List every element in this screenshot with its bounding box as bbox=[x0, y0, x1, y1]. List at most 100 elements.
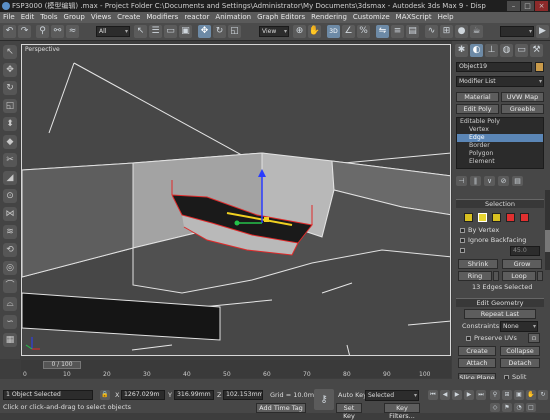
repeat-last-button[interactable]: Repeat Last bbox=[464, 309, 536, 319]
loop-icon[interactable]: ⟲ bbox=[3, 243, 17, 257]
curve-editor-icon[interactable]: ∿ bbox=[425, 25, 438, 38]
by-angle-field[interactable]: 45.0 bbox=[510, 246, 540, 256]
select-and-rotate-icon[interactable]: ↻ bbox=[213, 25, 226, 38]
stack-item-polygon[interactable]: Polygon bbox=[457, 150, 543, 158]
viewport-label[interactable]: Perspective bbox=[25, 46, 60, 53]
select-by-name-icon[interactable]: ☰ bbox=[149, 25, 162, 38]
motion-tab-icon[interactable]: ◍ bbox=[500, 44, 513, 57]
undo-icon[interactable]: ↶ bbox=[3, 25, 16, 38]
layer-manager-icon[interactable]: ▤ bbox=[406, 25, 419, 38]
link-icon[interactable]: ⚲ bbox=[36, 25, 49, 38]
auto-key-button[interactable]: Auto Key bbox=[338, 391, 367, 399]
zoom-all-icon[interactable]: ⊞ bbox=[502, 390, 512, 400]
hierarchy-tab-icon[interactable]: ⊥ bbox=[485, 44, 498, 57]
rotate-icon[interactable]: ↻ bbox=[3, 81, 17, 95]
material-editor-icon[interactable]: ● bbox=[455, 25, 468, 38]
polygon-mode-icon[interactable] bbox=[506, 213, 515, 222]
viewport-canvas[interactable] bbox=[22, 45, 451, 356]
ignore-backfacing-checkbox[interactable] bbox=[460, 238, 465, 243]
reference-coordinate-dropdown[interactable]: View bbox=[259, 26, 289, 37]
redo-icon[interactable]: ↷ bbox=[18, 25, 31, 38]
select-and-scale-icon[interactable]: ◱ bbox=[228, 25, 241, 38]
align-icon[interactable]: ≡ bbox=[391, 25, 404, 38]
close-button[interactable]: × bbox=[535, 1, 548, 11]
by-vertex-checkbox[interactable] bbox=[460, 228, 465, 233]
cap-icon[interactable]: ⌓ bbox=[3, 297, 17, 311]
menu-file[interactable]: File bbox=[3, 12, 15, 23]
menu-animation[interactable]: Animation bbox=[215, 12, 251, 23]
next-frame-icon[interactable]: ▶ bbox=[464, 390, 474, 400]
orbit-icon[interactable]: ↻ bbox=[538, 390, 548, 400]
loop-spinner[interactable] bbox=[537, 271, 543, 281]
detach-button[interactable]: Detach bbox=[500, 358, 540, 368]
select-object-icon[interactable]: ↖ bbox=[134, 25, 147, 38]
menu-views[interactable]: Views bbox=[91, 12, 111, 23]
connect-icon[interactable]: ⋈ bbox=[3, 207, 17, 221]
play-icon[interactable]: ▶ bbox=[452, 390, 462, 400]
by-angle-checkbox[interactable] bbox=[460, 248, 465, 253]
cut-icon[interactable]: ✂ bbox=[3, 153, 17, 167]
key-mode-dropdown[interactable]: Selected bbox=[365, 390, 419, 401]
window-crossing-icon[interactable]: ▣ bbox=[179, 25, 192, 38]
show-end-result-icon[interactable]: ∥ bbox=[470, 176, 481, 186]
edit-poly-button[interactable]: Edit Poly bbox=[456, 104, 499, 114]
tessellate-icon[interactable]: ▦ bbox=[3, 333, 17, 347]
mirror-icon[interactable]: ⇋ bbox=[376, 25, 389, 38]
menu-graph-editors[interactable]: Graph Editors bbox=[257, 12, 305, 23]
pivot-center-icon[interactable]: ⊕ bbox=[293, 25, 306, 38]
border-mode-icon[interactable] bbox=[492, 213, 501, 222]
uvw-map-button[interactable]: UVW Map bbox=[501, 92, 544, 102]
collapse-button[interactable]: Collapse bbox=[500, 346, 540, 356]
y-coordinate-field[interactable]: 316.99mm bbox=[174, 390, 214, 400]
pin-stack-icon[interactable]: ⊣ bbox=[456, 176, 467, 186]
menu-edit[interactable]: Edit bbox=[21, 12, 35, 23]
go-to-end-icon[interactable]: ⏭ bbox=[476, 390, 486, 400]
pan-icon[interactable]: ✋ bbox=[526, 390, 536, 400]
shrink-button[interactable]: Shrink bbox=[458, 259, 498, 269]
move-icon[interactable]: ✥ bbox=[3, 63, 17, 77]
element-mode-icon[interactable] bbox=[520, 213, 529, 222]
menu-modifiers[interactable]: Modifiers bbox=[146, 12, 178, 23]
greeble-button[interactable]: Greeble bbox=[501, 104, 544, 114]
material-button[interactable]: Material bbox=[456, 92, 499, 102]
chamfer-icon[interactable]: ◢ bbox=[3, 171, 17, 185]
select-icon[interactable]: ↖ bbox=[3, 45, 17, 59]
create-button[interactable]: Create bbox=[458, 346, 496, 356]
preserve-uvs-settings-button[interactable]: ▫ bbox=[528, 333, 540, 343]
maximize-viewport-icon[interactable]: □ bbox=[526, 403, 536, 412]
x-coordinate-field[interactable]: 1267.029m bbox=[121, 390, 165, 400]
scrollbar-thumb[interactable] bbox=[545, 230, 550, 252]
ring-spinner[interactable] bbox=[493, 271, 499, 281]
key-icon[interactable]: ⚷ bbox=[314, 389, 334, 410]
unlink-icon[interactable]: ⚯ bbox=[51, 25, 64, 38]
relax-icon[interactable]: ∽ bbox=[3, 315, 17, 329]
minimize-button[interactable]: – bbox=[507, 1, 520, 11]
edge-mode-icon[interactable] bbox=[478, 213, 487, 222]
preserve-uvs-checkbox[interactable] bbox=[466, 336, 471, 341]
ring-icon[interactable]: ◎ bbox=[3, 261, 17, 275]
time-slider[interactable]: 0 / 100 bbox=[43, 361, 81, 369]
select-and-move-icon[interactable]: ✥ bbox=[198, 25, 211, 38]
key-filters-button[interactable]: Key Filters... bbox=[384, 403, 420, 420]
selection-rollout-title[interactable]: Selection bbox=[456, 199, 544, 208]
menu-help[interactable]: Help bbox=[438, 12, 454, 23]
render-type-dropdown[interactable] bbox=[500, 26, 534, 37]
perspective-viewport[interactable]: Perspective bbox=[21, 44, 451, 356]
snap-toggle-icon[interactable]: 3D bbox=[327, 25, 340, 38]
timeline[interactable]: 0 / 100 0 10 20 30 40 50 60 70 80 90 100 bbox=[21, 360, 451, 378]
menu-group[interactable]: Group bbox=[64, 12, 85, 23]
quick-render-icon[interactable]: ▶ bbox=[536, 25, 549, 38]
display-tab-icon[interactable]: ▭ bbox=[515, 44, 528, 57]
weld-icon[interactable]: ⊙ bbox=[3, 189, 17, 203]
constraints-dropdown[interactable]: None bbox=[500, 321, 538, 332]
panel-scrollbar[interactable] bbox=[545, 190, 550, 270]
bevel-icon[interactable]: ◆ bbox=[3, 135, 17, 149]
edit-geometry-rollout-title[interactable]: Edit Geometry bbox=[456, 298, 544, 307]
menu-rendering[interactable]: Rendering bbox=[311, 12, 347, 23]
set-key-button[interactable]: Set Key bbox=[336, 403, 362, 420]
menu-create[interactable]: Create bbox=[117, 12, 140, 23]
schematic-view-icon[interactable]: ⊞ bbox=[440, 25, 453, 38]
modifier-list-dropdown[interactable]: Modifier List bbox=[456, 76, 544, 87]
z-coordinate-field[interactable]: 102.153mm bbox=[223, 390, 263, 400]
stack-item-edge[interactable]: Edge bbox=[457, 134, 543, 142]
